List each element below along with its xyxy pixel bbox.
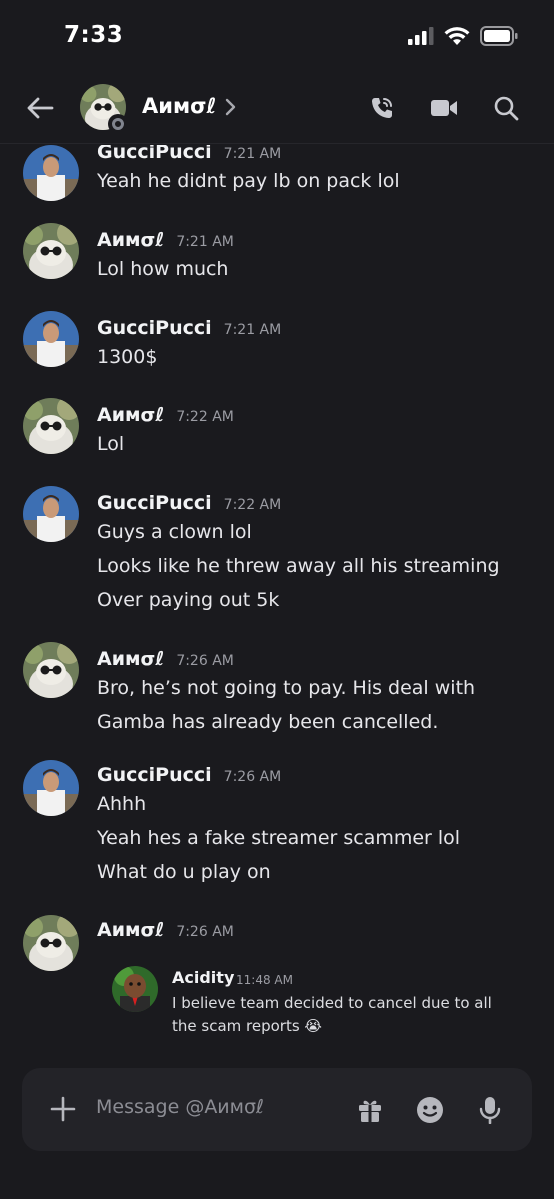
cat-avatar[interactable] [23, 398, 79, 454]
message-timestamp: 7:21 AM [176, 234, 234, 250]
add-attachment-button[interactable] [48, 1094, 78, 1124]
gucci-avatar-image [23, 311, 79, 367]
cat-avatar-image [23, 223, 79, 279]
gift-button[interactable] [354, 1094, 386, 1126]
message-author[interactable]: Aимσℓ [97, 648, 164, 670]
message-input[interactable] [96, 1096, 306, 1118]
message-header: GucciPucci 7:26 AM [97, 764, 281, 786]
message-text: Looks like he threw away all his streami… [97, 555, 500, 577]
message-text: Yeah he didnt pay lb on pack lol [97, 170, 400, 192]
message-timestamp: 7:22 AM [223, 497, 282, 513]
wifi-icon [444, 26, 470, 45]
message-timestamp: 7:26 AM [176, 924, 234, 940]
gucci-avatar[interactable] [23, 311, 79, 367]
message-header: GucciPucci 7:21 AM [97, 145, 281, 163]
microphone-icon [479, 1097, 501, 1124]
cat-avatar[interactable] [23, 915, 79, 971]
gucci-avatar[interactable] [23, 486, 79, 542]
cat-avatar-image [23, 915, 79, 971]
cellular-signal-icon [408, 27, 434, 45]
forwarded-text: I believe team decided to cancel due to … [172, 994, 492, 1012]
message-author[interactable]: GucciPucci [97, 492, 212, 514]
message-author[interactable]: GucciPucci [97, 145, 212, 163]
cat-avatar-image [23, 642, 79, 698]
message-header: GucciPucci 7:21 AM [97, 317, 281, 339]
message-author[interactable]: GucciPucci [97, 764, 212, 786]
message-timestamp: 7:21 AM [223, 322, 282, 338]
plus-icon [50, 1096, 76, 1122]
status-time: 7:33 [64, 22, 124, 48]
message-timestamp: 7:22 AM [176, 409, 234, 425]
message-text: Guys a clown lol [97, 521, 252, 543]
phone-call-icon [372, 98, 392, 118]
forwarded-author[interactable]: Acidity [172, 968, 234, 987]
gucci-avatar-image [23, 760, 79, 816]
message-text: Yeah hes a fake streamer scammer lol [97, 827, 461, 849]
message-timestamp: 7:21 AM [223, 146, 282, 162]
message-header: Aимσℓ 7:22 AM [97, 404, 234, 426]
status-bar: 7:33 [0, 0, 554, 72]
video-camera-icon [431, 100, 457, 116]
offline-status-indicator [108, 114, 128, 134]
video-call-button[interactable] [428, 92, 460, 124]
emoji-icon [417, 1097, 443, 1123]
message-author[interactable]: GucciPucci [97, 317, 212, 339]
message-text: Over paying out 5k [97, 589, 280, 611]
message-author[interactable]: Aимσℓ [97, 919, 164, 941]
message-text: Bro, he’s not going to pay. His deal wit… [97, 677, 476, 699]
message-text: Ahhh [97, 793, 147, 815]
message-text: 1300$ [97, 346, 158, 368]
message-list[interactable]: GucciPucci 7:21 AM Yeah he didnt pay lb … [0, 145, 554, 1055]
acidity-avatar[interactable] [112, 966, 158, 1012]
search-button[interactable] [490, 92, 522, 124]
cat-avatar-image [23, 398, 79, 454]
acidity-avatar-image [112, 966, 158, 1012]
arrow-left-icon [27, 97, 54, 119]
message-text: Lol [97, 433, 125, 455]
message-header: GucciPucci 7:22 AM [97, 492, 281, 514]
message-text: Gamba has already been cancelled. [97, 711, 439, 733]
back-button[interactable] [24, 92, 56, 124]
forwarded-timestamp: 11:48 AM [236, 973, 293, 987]
gift-icon [359, 1100, 381, 1122]
forwarded-text: the scam reports 😭 [172, 1017, 322, 1035]
message-timestamp: 7:26 AM [223, 769, 282, 785]
gucci-avatar-image [23, 145, 79, 201]
chevron-right-icon[interactable] [224, 96, 238, 118]
emoji-button[interactable] [414, 1094, 446, 1126]
message-composer [22, 1068, 532, 1151]
search-icon [494, 96, 519, 121]
gucci-avatar-image [23, 486, 79, 542]
message-timestamp: 7:26 AM [176, 653, 234, 669]
cat-avatar[interactable] [23, 223, 79, 279]
voice-message-button[interactable] [474, 1094, 506, 1126]
gucci-avatar[interactable] [23, 760, 79, 816]
cat-avatar[interactable] [23, 642, 79, 698]
message-header: Aимσℓ 7:21 AM [97, 229, 234, 251]
header-username[interactable]: Aимσℓ [142, 94, 216, 118]
message-header: Aимσℓ 7:26 AM [97, 648, 234, 670]
forwarded-message[interactable]: Acidity 11:48 AM I believe team decided … [112, 966, 512, 1046]
call-button[interactable] [366, 92, 398, 124]
status-icons [408, 26, 518, 46]
message-text: Lol how much [97, 258, 229, 280]
gucci-avatar[interactable] [23, 145, 79, 201]
message-header: Aимσℓ 7:26 AM [97, 919, 234, 941]
battery-icon [480, 26, 518, 46]
dm-header: Aимσℓ [0, 72, 554, 144]
message-text: What do u play on [97, 861, 271, 883]
message-author[interactable]: Aимσℓ [97, 404, 164, 426]
message-author[interactable]: Aимσℓ [97, 229, 164, 251]
